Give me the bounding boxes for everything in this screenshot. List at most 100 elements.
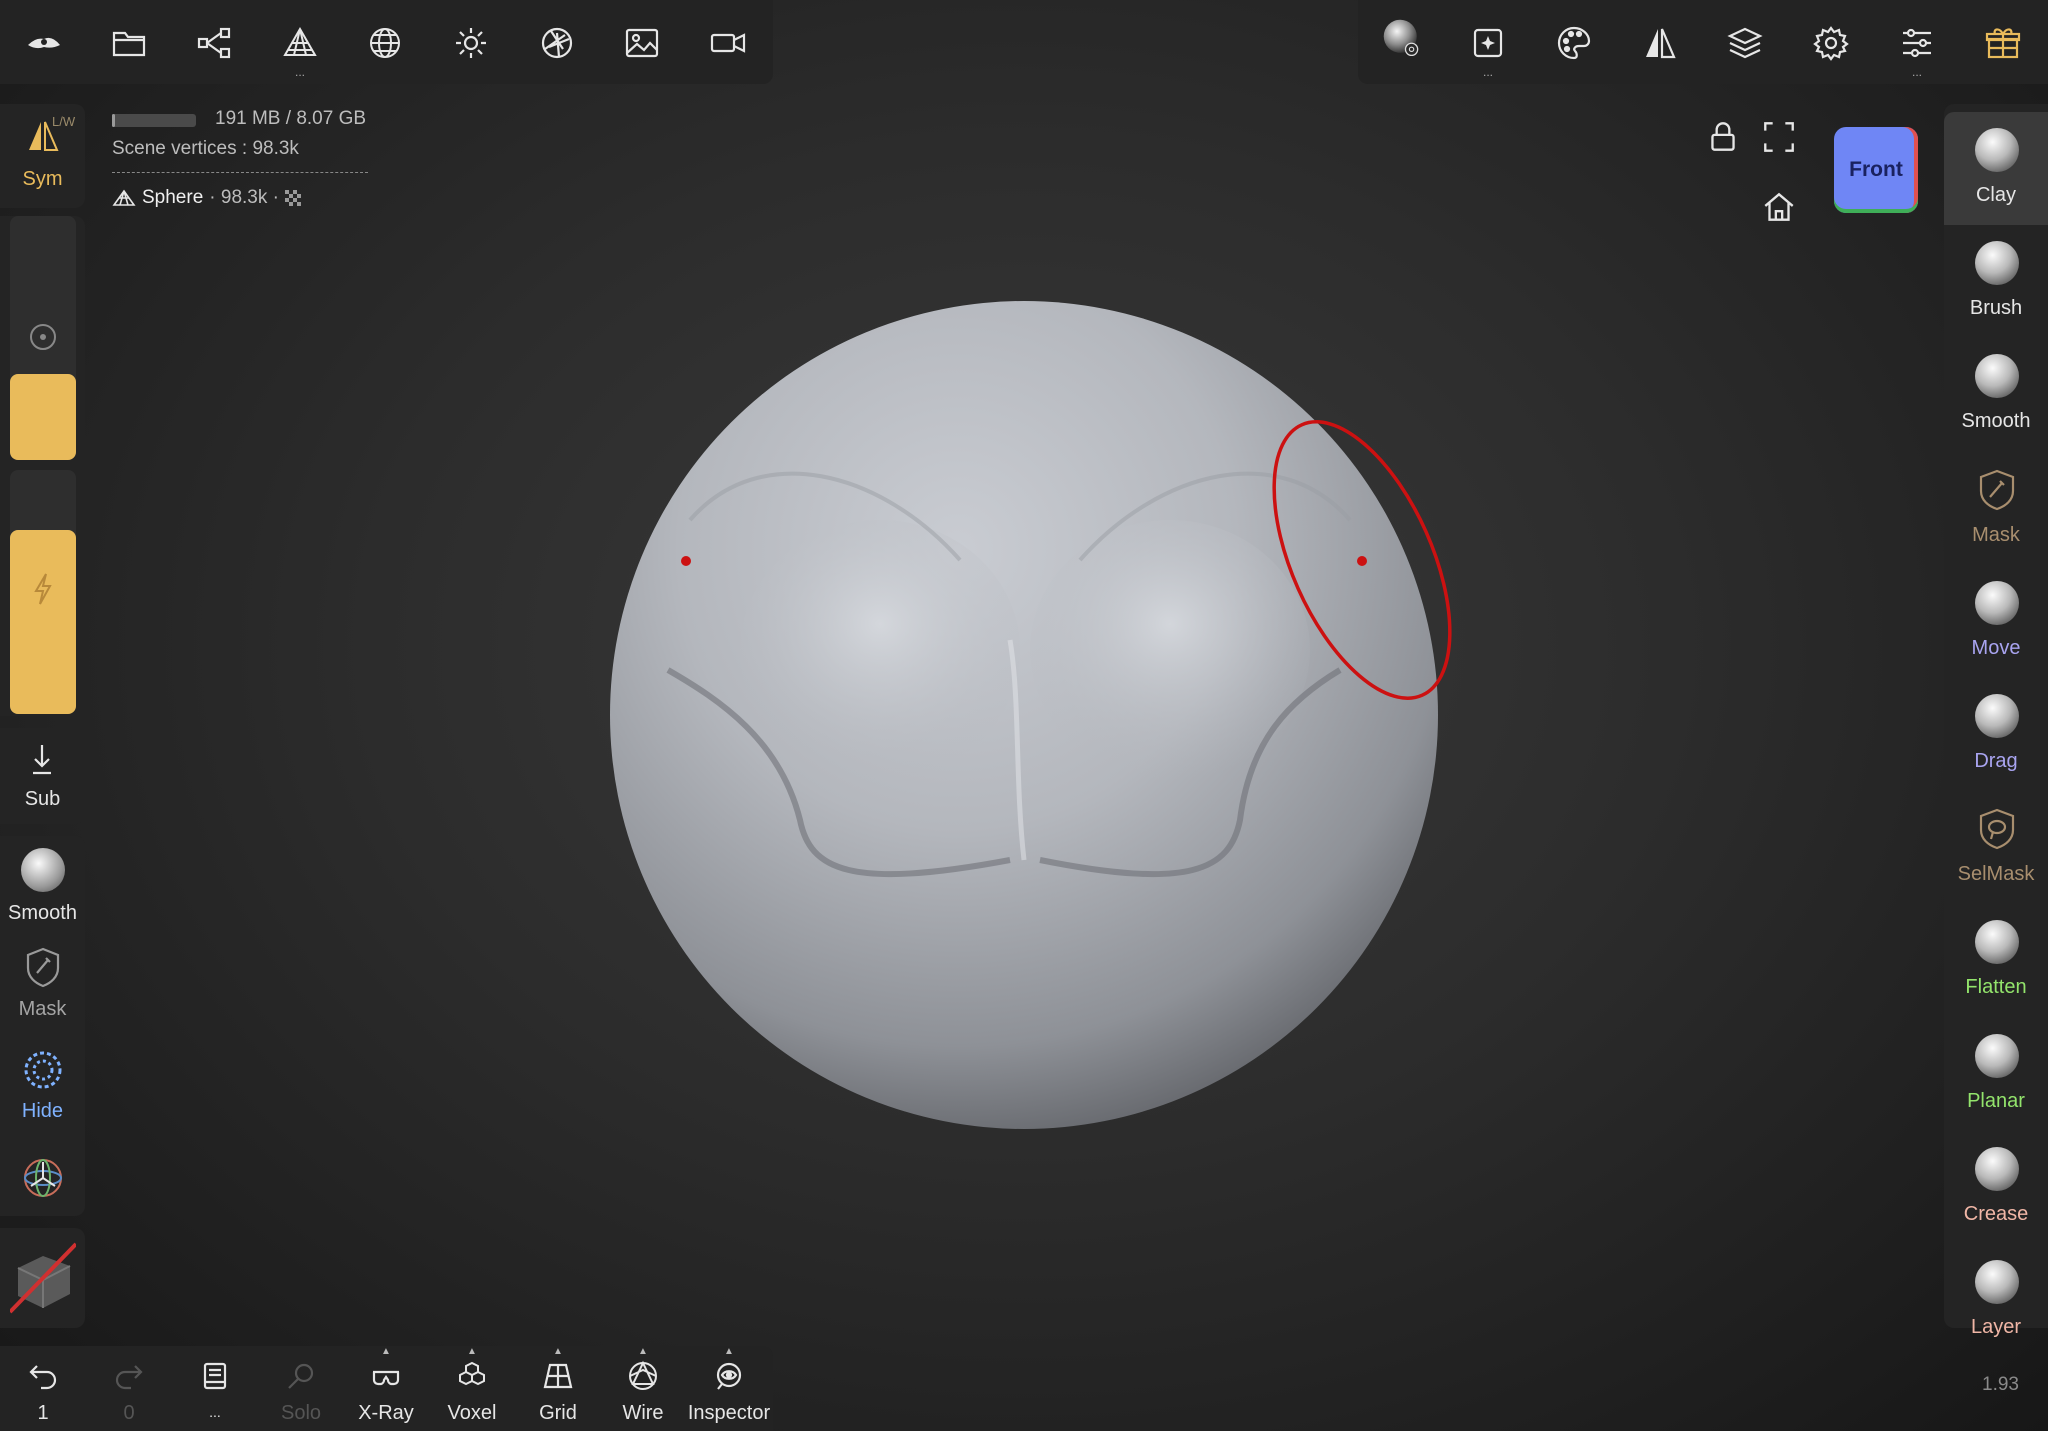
brush-clay[interactable]: Clay <box>1944 112 2048 225</box>
voxel-button[interactable]: ▲ Voxel <box>429 1346 515 1428</box>
glasses-icon <box>370 1360 402 1392</box>
brush-label: Flatten <box>1965 976 2027 999</box>
hide-icon <box>21 1048 65 1092</box>
brush-label: Move <box>1971 636 2021 659</box>
radius-circle-icon <box>28 322 58 352</box>
layer-brush-icon <box>1975 1260 2019 1304</box>
crease-brush-icon <box>1975 1146 2019 1191</box>
brush-smooth[interactable]: Smooth <box>1944 338 2048 451</box>
version-label: 1.93 <box>1982 1374 2019 1395</box>
memory-bar-fill <box>112 114 115 127</box>
brush-label: Brush <box>1969 297 2023 320</box>
intensity-slider[interactable] <box>10 470 76 714</box>
brush-label: SelMask <box>1957 863 2035 886</box>
grid-button[interactable]: ▲ Grid <box>515 1346 601 1428</box>
hide-label: Hide <box>21 1100 64 1122</box>
scene-info: 191 MB / 8.07 GB Scene vertices : 98.3k … <box>112 108 368 209</box>
smooth-quick-button[interactable]: Smooth <box>0 836 85 932</box>
undo-button[interactable]: 1 <box>0 1358 86 1428</box>
brush-selmask[interactable]: SelMask <box>1944 791 2048 904</box>
caret-up-icon: ▲ <box>638 1346 648 1357</box>
undo-count: 1 <box>37 1402 49 1424</box>
history-button[interactable]: ... <box>172 1358 258 1428</box>
checker-icon <box>284 190 301 206</box>
grid-label: Grid <box>539 1402 577 1424</box>
solo-button[interactable]: Solo <box>258 1358 344 1428</box>
object-vertices: · 98.3k · <box>209 187 279 208</box>
flatten-brush-icon <box>1975 920 2019 965</box>
gizmo-icon[interactable] <box>21 1156 65 1200</box>
redo-icon <box>113 1360 145 1392</box>
book-icon <box>199 1360 231 1392</box>
object-name: Sphere <box>142 187 204 208</box>
hide-quick-button[interactable]: Hide <box>0 1048 85 1138</box>
brush-layer[interactable]: Layer <box>1944 1244 2048 1357</box>
arrow-down-icon <box>27 742 57 776</box>
solo-label: Solo <box>280 1402 322 1424</box>
intensity-slider-fill <box>10 530 76 714</box>
object-thumbnail[interactable] <box>0 1228 85 1328</box>
inspector-eye-icon <box>713 1360 745 1392</box>
brush-label: Planar <box>1967 1089 2025 1112</box>
sub-button[interactable]: Sub <box>0 728 85 824</box>
smooth-brush-icon <box>21 848 65 892</box>
divider <box>112 172 368 173</box>
brush-crease[interactable]: Crease <box>1944 1131 2048 1244</box>
planar-brush-icon <box>1975 1033 2019 1078</box>
selmask-brush-icon <box>1975 807 2019 851</box>
home-icon[interactable] <box>1760 188 1796 224</box>
brush-move[interactable]: Move <box>1944 565 2048 678</box>
radius-slider[interactable] <box>10 216 76 460</box>
xray-label: X-Ray <box>358 1402 414 1424</box>
wire-label: Wire <box>622 1402 664 1424</box>
brush-label: Smooth <box>1961 410 2031 433</box>
memory-text: 191 MB / 8.07 GB <box>215 108 367 129</box>
brush-brush[interactable]: Brush <box>1944 225 2048 338</box>
clay-brush-icon <box>1975 128 2019 172</box>
mask-brush-icon <box>1975 468 2019 512</box>
scene-vertices: Scene vertices : 98.3k <box>112 138 299 159</box>
sym-button[interactable]: L/W Sym <box>0 104 85 208</box>
object-row[interactable]: Sphere · 98.3k · <box>112 187 368 209</box>
move-brush-icon <box>1975 580 2019 625</box>
search-icon <box>285 1360 317 1392</box>
memory-bar <box>112 114 196 127</box>
inspector-button[interactable]: ▲ Inspector <box>686 1346 772 1428</box>
brush-drag[interactable]: Drag <box>1944 678 2048 791</box>
mask-quick-button[interactable]: Mask <box>0 946 85 1036</box>
lightning-icon <box>28 572 58 606</box>
caret-up-icon: ▲ <box>724 1346 734 1357</box>
brush-brush-icon <box>1975 241 2019 286</box>
smooth-label: Smooth <box>8 902 77 924</box>
redo-button[interactable]: 0 <box>86 1358 172 1428</box>
cube-thumbnail-icon <box>10 1242 76 1314</box>
view-cube[interactable]: Front <box>1834 127 1918 213</box>
radius-slider-fill <box>10 374 76 460</box>
quick-tools: Smooth Mask Hide <box>0 836 85 1216</box>
caret-up-icon: ▲ <box>381 1346 391 1357</box>
sub-label: Sub <box>24 788 61 810</box>
wireframe-icon <box>627 1360 659 1392</box>
sculpt-sphere[interactable] <box>610 301 1438 1129</box>
drag-brush-icon <box>1975 694 2019 738</box>
viewport[interactable] <box>0 0 2048 1431</box>
fullscreen-icon[interactable] <box>1760 118 1796 154</box>
brush-sliders <box>0 216 85 716</box>
voxel-cubes-icon <box>456 1360 488 1392</box>
undo-icon <box>27 1360 59 1392</box>
mask-label: Mask <box>18 998 67 1020</box>
view-cube-label: Front <box>1849 158 1903 181</box>
brush-flatten[interactable]: Flatten <box>1944 904 2048 1017</box>
xray-button[interactable]: ▲ X-Ray <box>343 1346 429 1428</box>
brush-planar[interactable]: Planar <box>1944 1018 2048 1131</box>
sym-label: Sym <box>22 168 63 190</box>
symmetry-dot-right <box>1357 556 1367 566</box>
voxel-label: Voxel <box>447 1402 497 1424</box>
brush-mask[interactable]: Mask <box>1944 452 2048 565</box>
more-label: ... <box>209 1404 221 1420</box>
wire-button[interactable]: ▲ Wire <box>600 1346 686 1428</box>
brush-label: Drag <box>1974 750 2018 772</box>
brush-label: Layer <box>1970 1316 2022 1338</box>
lock-icon[interactable] <box>1704 118 1740 154</box>
brush-label: Mask <box>1972 523 2020 546</box>
